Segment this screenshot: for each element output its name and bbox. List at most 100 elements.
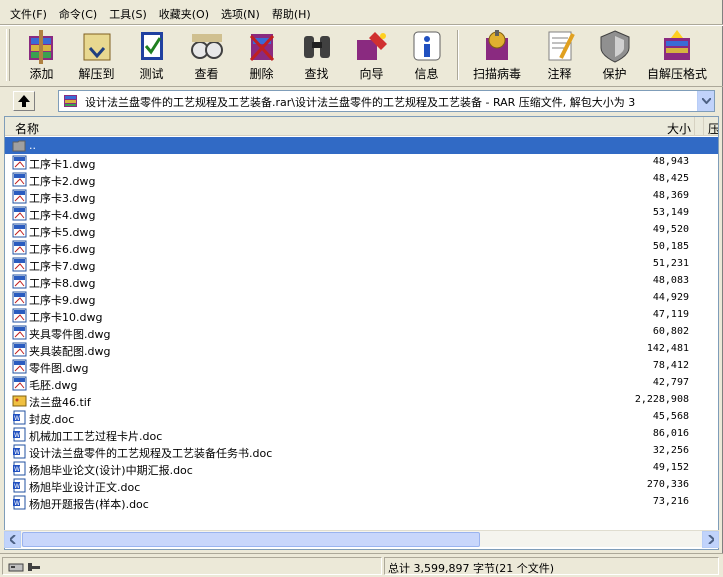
toolbar-button-info[interactable]: 信息 (399, 27, 454, 83)
file-name: 工序卡9.dwg (29, 294, 96, 307)
drive-icon[interactable] (8, 561, 44, 573)
menu-item[interactable]: 收藏夹(O) (153, 4, 215, 24)
file-name: 工序卡10.dwg (29, 311, 103, 324)
file-type-icon (12, 223, 27, 238)
menu-item[interactable]: 文件(F) (4, 4, 53, 24)
scroll-left-button[interactable] (4, 531, 21, 548)
file-size: 142,481 (646, 343, 689, 354)
address-dropdown-button[interactable] (697, 91, 714, 111)
protect-icon (596, 28, 634, 64)
file-size: 49,520 (652, 224, 689, 235)
file-row[interactable]: 工序卡2.dwg 48,425 (5, 171, 718, 188)
file-row[interactable]: W 设计法兰盘零件的工艺规程及工艺装备任务书.doc 32,256 (5, 443, 718, 460)
file-row[interactable]: W 封皮.doc 45,568 (5, 409, 718, 426)
toolbar-button-sfx[interactable]: 自解压格式 (642, 27, 712, 83)
dwg-file-icon (12, 291, 27, 306)
dwg-file-icon (12, 325, 27, 340)
file-size: 48,083 (652, 275, 689, 286)
test-icon (133, 28, 171, 64)
doc-file-icon: W (13, 478, 26, 493)
file-row[interactable]: 夹具零件图.dwg 60,802 (5, 324, 718, 341)
file-name: 工序卡4.dwg (29, 209, 96, 222)
file-row[interactable]: 法兰盘46.tif 2,228,908 (5, 392, 718, 409)
toolbar-button-find[interactable]: 查找 (289, 27, 344, 83)
toolbar-button-comment[interactable]: 注释 (532, 27, 587, 83)
status-bar: 总计 3,599,897 字节(21 个文件) (0, 553, 723, 577)
file-row[interactable]: W 杨旭开题报告(样本).doc 73,216 (5, 494, 718, 511)
file-size: 32,256 (652, 445, 689, 456)
address-path: 设计法兰盘零件的工艺规程及工艺装备.rar\设计法兰盘零件的工艺规程及工艺装备 … (85, 96, 636, 109)
file-name: 工序卡1.dwg (29, 158, 96, 171)
toolbar-button-label: 自解压格式 (646, 67, 707, 81)
file-type-icon: W (12, 410, 27, 425)
column-header-size[interactable]: 大小 (663, 117, 695, 136)
file-row[interactable]: 工序卡1.dwg 48,943 (5, 154, 718, 171)
file-name: 工序卡5.dwg (29, 226, 96, 239)
file-size: 60,802 (652, 326, 689, 337)
toolbar-button-virus-scan[interactable]: 扫描病毒 (462, 27, 532, 83)
file-size: 50,185 (652, 241, 689, 252)
file-row[interactable]: 工序卡4.dwg 53,149 (5, 205, 718, 222)
file-name: 工序卡3.dwg (29, 192, 96, 205)
file-type-icon (12, 325, 27, 340)
file-row[interactable]: 夹具装配图.dwg 142,481 (5, 341, 718, 358)
toolbar-button-protect[interactable]: 保护 (587, 27, 642, 83)
doc-file-icon: W (13, 427, 26, 442)
file-row[interactable]: 工序卡9.dwg 44,929 (5, 290, 718, 307)
file-name: 机械加工工艺过程卡片.doc (29, 430, 163, 443)
toolbar-button-label: 解压到 (78, 67, 115, 81)
dwg-file-icon (12, 257, 27, 272)
file-row[interactable]: 工序卡6.dwg 50,185 (5, 239, 718, 256)
up-folder-button[interactable] (13, 91, 35, 111)
file-size: 47,119 (652, 309, 689, 320)
menu-item[interactable]: 工具(S) (103, 4, 153, 24)
menu-bar: 文件(F) 命令(C) 工具(S) 收藏夹(O) 选项(N) 帮助(H) (0, 4, 723, 24)
parent-directory-row[interactable]: .. (5, 137, 718, 154)
add-archive-icon (23, 28, 61, 64)
info-icon (408, 28, 446, 64)
file-row[interactable]: W 杨旭毕业论文(设计)中期汇报.doc 49,152 (5, 460, 718, 477)
file-row[interactable]: W 机械加工工艺过程卡片.doc 86,016 (5, 426, 718, 443)
toolbar-grip[interactable] (6, 29, 10, 81)
file-name: 杨旭毕业论文(设计)中期汇报.doc (29, 464, 193, 477)
svg-text:W: W (14, 500, 20, 507)
file-type-icon (12, 376, 27, 391)
file-rows: .. 工序卡1.dwg 48,943 工序卡2.dwg 48,425 工序卡3.dwg 48… (5, 137, 718, 511)
toolbar-button-wizard[interactable]: 向导 (344, 27, 399, 83)
file-type-icon (12, 240, 27, 255)
file-name: 法兰盘46.tif (29, 396, 91, 409)
menu-item[interactable]: 选项(N) (215, 4, 266, 24)
scroll-thumb[interactable] (22, 532, 480, 547)
toolbar-button-label: 查看 (194, 67, 219, 81)
file-size: 45,568 (652, 411, 689, 422)
doc-file-icon: W (13, 410, 26, 425)
file-row[interactable]: 零件图.dwg 78,412 (5, 358, 718, 375)
file-row[interactable]: 毛胚.dwg 42,797 (5, 375, 718, 392)
file-row[interactable]: W 杨旭毕业设计正文.doc 270,336 (5, 477, 718, 494)
file-row[interactable]: 工序卡3.dwg 48,369 (5, 188, 718, 205)
file-type-icon: W (12, 444, 27, 459)
toolbar-button-extract-to[interactable]: 解压到 (69, 27, 124, 83)
file-row[interactable]: 工序卡7.dwg 51,231 (5, 256, 718, 273)
status-left-panel (2, 557, 382, 575)
file-list[interactable]: 名称 大小 压 .. 工序卡1.dwg 48,943 工序卡2.dwg 48,425 工序… (4, 116, 719, 550)
file-row[interactable]: 工序卡5.dwg 49,520 (5, 222, 718, 239)
toolbar-button-view[interactable]: 查看 (179, 27, 234, 83)
scroll-right-button[interactable] (702, 531, 719, 548)
toolbar-button-add-archive[interactable]: 添加 (14, 27, 69, 83)
column-header-name[interactable]: 名称 (5, 117, 695, 136)
file-type-icon (12, 172, 27, 187)
file-row[interactable]: 工序卡8.dwg 48,083 (5, 273, 718, 290)
menu-item[interactable]: 命令(C) (53, 4, 103, 24)
dwg-file-icon (12, 155, 27, 170)
dwg-file-icon (12, 206, 27, 221)
horizontal-scrollbar[interactable] (4, 530, 719, 548)
address-combo[interactable]: 设计法兰盘零件的工艺规程及工艺装备.rar\设计法兰盘零件的工艺规程及工艺装备 … (58, 90, 715, 112)
column-header-packed[interactable]: 压 (703, 117, 718, 136)
menu-item[interactable]: 帮助(H) (266, 4, 317, 24)
toolbar-button-test[interactable]: 测试 (124, 27, 179, 83)
dwg-file-icon (12, 308, 27, 323)
file-size: 270,336 (646, 479, 689, 490)
file-row[interactable]: 工序卡10.dwg 47,119 (5, 307, 718, 324)
toolbar-button-delete[interactable]: 删除 (234, 27, 289, 83)
